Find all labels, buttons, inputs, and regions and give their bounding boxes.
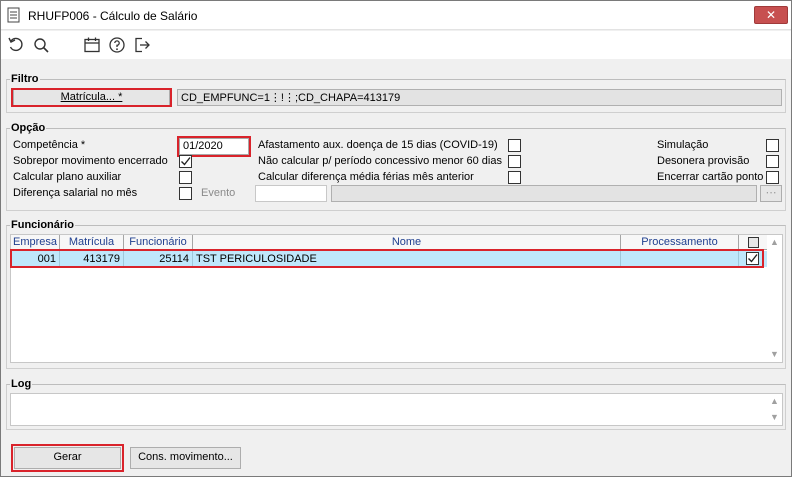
- afastamento-label: Afastamento aux. doença de 15 dias (COVI…: [258, 139, 498, 151]
- evento-input[interactable]: [255, 185, 327, 202]
- log-textarea[interactable]: ▲ ▼: [10, 393, 783, 426]
- window-title: RHUFP006 - Cálculo de Salário: [28, 9, 198, 23]
- search-icon[interactable]: [32, 36, 50, 54]
- filtro-legend: Filtro: [11, 73, 39, 85]
- desonera-label: Desonera provisão: [657, 155, 750, 167]
- opcao-legend: Opção: [11, 122, 46, 134]
- column-header-matricula[interactable]: Matrícula: [60, 235, 124, 250]
- scroll-up-icon[interactable]: ▲: [767, 235, 782, 250]
- diferenca-salarial-checkbox[interactable]: [179, 187, 192, 200]
- title-bar: RHUFP006 - Cálculo de Salário ✕: [1, 1, 791, 30]
- select-all-checkbox[interactable]: [747, 237, 759, 248]
- close-button[interactable]: ✕: [754, 6, 788, 24]
- afastamento-checkbox[interactable]: [508, 139, 521, 152]
- row-highlight: [10, 249, 764, 268]
- gerar-highlight: [11, 444, 124, 472]
- calcular-diferenca-label: Calcular diferença média férias mês ante…: [258, 171, 474, 183]
- grid-header: Empresa Matrícula Funcionário Nome Proce…: [11, 235, 767, 250]
- calcular-plano-checkbox[interactable]: [179, 171, 192, 184]
- scroll-down-icon[interactable]: ▼: [767, 410, 782, 425]
- competencia-highlight: [177, 136, 251, 157]
- competencia-label: Competência *: [13, 139, 86, 151]
- column-header-empresa[interactable]: Empresa: [11, 235, 60, 250]
- sobrepor-label: Sobrepor movimento encerrado: [13, 155, 168, 167]
- lookup-icon: ⋯: [765, 187, 777, 199]
- simulacao-label: Simulação: [657, 139, 709, 151]
- evento-description-field: [331, 185, 757, 202]
- help-icon[interactable]: [108, 36, 126, 54]
- refresh-icon[interactable]: [7, 36, 25, 54]
- funcionario-legend: Funcionário: [11, 219, 74, 231]
- cons-movimento-button[interactable]: Cons. movimento...: [130, 447, 241, 469]
- matricula-highlight: [11, 88, 172, 107]
- toolbar: [1, 31, 791, 59]
- evento-lookup-button[interactable]: ⋯: [760, 185, 782, 202]
- calendar-icon[interactable]: [83, 36, 101, 54]
- encerrar-checkbox[interactable]: [766, 171, 779, 184]
- log-scrollbar[interactable]: ▲ ▼: [767, 394, 782, 425]
- app-document-icon: [7, 7, 21, 23]
- column-header-nome[interactable]: Nome: [193, 235, 621, 250]
- checkmark-icon: [181, 157, 191, 166]
- sobrepor-checkbox[interactable]: [179, 155, 192, 168]
- nao-calcular-checkbox[interactable]: [508, 155, 521, 168]
- simulacao-checkbox[interactable]: [766, 139, 779, 152]
- scroll-down-icon[interactable]: ▼: [767, 347, 782, 362]
- grid-scrollbar[interactable]: ▲ ▼: [767, 235, 782, 362]
- nao-calcular-label: Não calcular p/ período concessivo menor…: [258, 155, 502, 167]
- close-icon: ✕: [765, 8, 777, 22]
- filter-expression-field[interactable]: CD_EMPFUNC=1⋮!⋮;CD_CHAPA=413179: [177, 89, 782, 106]
- calcular-diferenca-checkbox[interactable]: [508, 171, 521, 184]
- desonera-checkbox[interactable]: [766, 155, 779, 168]
- scroll-up-icon[interactable]: ▲: [767, 394, 782, 409]
- log-legend: Log: [11, 378, 32, 390]
- calcular-plano-label: Calcular plano auxiliar: [13, 171, 122, 183]
- column-header-select-all[interactable]: [739, 235, 767, 250]
- exit-icon[interactable]: [133, 36, 151, 54]
- diferenca-salarial-label: Diferença salarial no mês: [13, 187, 138, 199]
- column-header-processamento[interactable]: Processamento: [621, 235, 739, 250]
- main-window: RHUFP006 - Cálculo de Salário ✕ Filtro M…: [0, 0, 792, 477]
- column-header-funcionario[interactable]: Funcionário: [124, 235, 193, 250]
- encerrar-label: Encerrar cartão ponto: [657, 171, 764, 183]
- evento-label: Evento: [201, 187, 236, 199]
